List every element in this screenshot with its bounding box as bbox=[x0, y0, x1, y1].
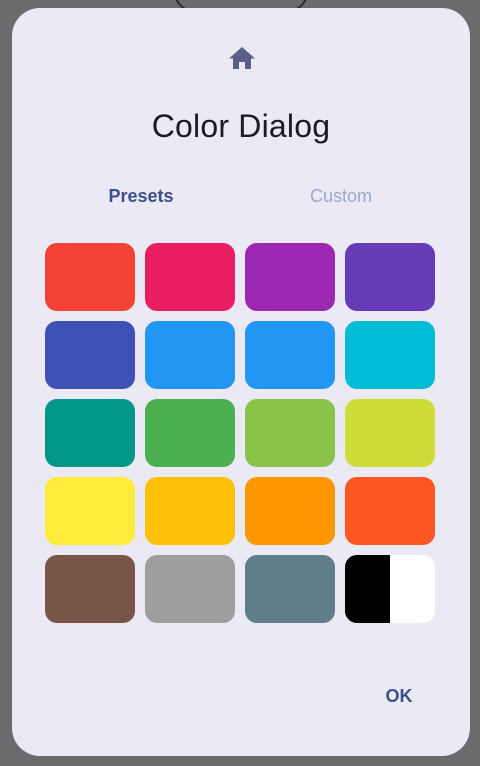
swatch-orange[interactable] bbox=[245, 477, 335, 545]
swatch-pink[interactable] bbox=[145, 243, 235, 311]
swatch-lime[interactable] bbox=[345, 399, 435, 467]
swatch-deep-purple[interactable] bbox=[345, 243, 435, 311]
swatch-yellow[interactable] bbox=[45, 477, 135, 545]
swatch-deep-orange[interactable] bbox=[345, 477, 435, 545]
swatch-grey[interactable] bbox=[145, 555, 235, 623]
color-swatch-grid bbox=[45, 243, 437, 623]
swatch-red[interactable] bbox=[45, 243, 135, 311]
tab-presets[interactable]: Presets bbox=[71, 186, 211, 207]
swatch-amber[interactable] bbox=[145, 477, 235, 545]
swatch-cyan[interactable] bbox=[345, 321, 435, 389]
tab-custom[interactable]: Custom bbox=[271, 186, 411, 207]
swatch-blue-grey[interactable] bbox=[245, 555, 335, 623]
ok-button[interactable]: OK bbox=[368, 678, 430, 714]
tab-bar: Presets Custom bbox=[12, 186, 470, 216]
swatch-indigo[interactable] bbox=[45, 321, 135, 389]
swatch-black-white[interactable] bbox=[345, 555, 435, 623]
color-dialog: Color Dialog Presets Custom OK bbox=[12, 8, 470, 756]
dialog-title: Color Dialog bbox=[151, 108, 331, 144]
swatch-green[interactable] bbox=[145, 399, 235, 467]
swatch-brown[interactable] bbox=[45, 555, 135, 623]
home-icon bbox=[229, 47, 255, 69]
swatch-half-black bbox=[345, 555, 390, 623]
swatch-light-blue[interactable] bbox=[245, 321, 335, 389]
swatch-purple[interactable] bbox=[245, 243, 335, 311]
swatch-blue[interactable] bbox=[145, 321, 235, 389]
swatch-half-white bbox=[390, 555, 435, 623]
swatch-light-green[interactable] bbox=[245, 399, 335, 467]
swatch-teal[interactable] bbox=[45, 399, 135, 467]
